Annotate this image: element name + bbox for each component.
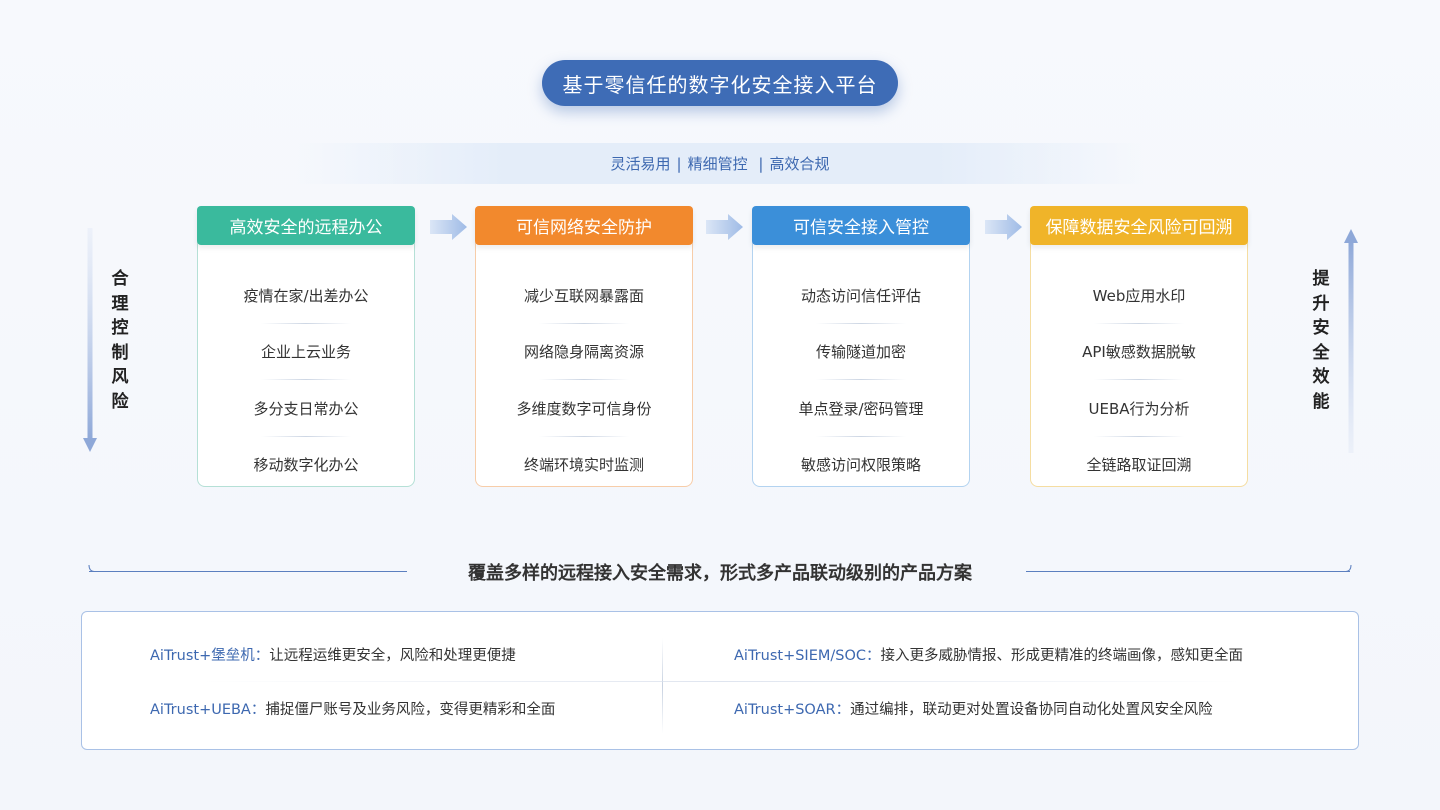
right-vertical-label: 提 升 安 全 效 能	[1310, 267, 1332, 414]
tagline-item: 灵活易用	[610, 155, 671, 173]
list-item: 企业上云业务	[198, 324, 414, 381]
solution-item: AiTrust+SIEM/SOC：接入更多威胁情报、形成更精准的终端画像，感知更…	[734, 644, 1243, 665]
list-item: 移动数字化办公	[253, 456, 359, 475]
column-card-remote-office: 疫情在家/出差办公 企业上云业务 多分支日常办公 移动数字化办公	[197, 236, 415, 487]
arrow-down-icon	[83, 228, 97, 452]
label-char: 升	[1312, 293, 1330, 314]
solution-item: AiTrust+堡垒机：让远程运维更安全，风险和处理更便捷	[150, 644, 516, 665]
column-header-remote-office: 高效安全的远程办公	[197, 206, 415, 245]
divider-right-end	[1346, 565, 1352, 572]
arrow-up-icon	[1344, 229, 1358, 453]
label-char: 制	[111, 342, 129, 363]
label-char: 理	[111, 293, 129, 314]
vertical-separator	[662, 638, 663, 734]
solution-item: AiTrust+UEBA：捕捉僵尸账号及业务风险，变得更精彩和全面	[150, 698, 555, 719]
label-char: 能	[1312, 391, 1330, 412]
list-item: 多维度数字可信身份	[476, 380, 692, 437]
page-title: 基于零信任的数字化安全接入平台	[542, 60, 898, 106]
solution-desc: 通过编排，联动更对处置设备协同自动化处置风安全风险	[850, 702, 1213, 718]
column-header-access-control: 可信安全接入管控	[752, 206, 970, 245]
solution-desc: 接入更多威胁情报、形成更精准的终端画像，感知更全面	[880, 648, 1244, 664]
section-heading: 覆盖多样的远程接入安全需求，形式多产品联动级别的产品方案	[468, 563, 972, 584]
chevron-right-icon	[430, 214, 467, 240]
label-char: 效	[1312, 367, 1330, 387]
solution-product: AiTrust+UEBA：	[150, 702, 266, 718]
column-card-access-control: 动态访问信任评估 传输隧道加密 单点登录/密码管理 敏感访问权限策略	[752, 236, 970, 487]
column-card-data-security: Web应用水印 API敏感数据脱敏 UEBA行为分析 全链路取证回溯	[1030, 236, 1248, 487]
chevron-right-icon	[706, 214, 743, 240]
list-item: 终端环境实时监测	[523, 456, 644, 475]
label-char: 风	[111, 367, 129, 387]
column-header-data-security: 保障数据安全风险可回溯	[1030, 206, 1248, 245]
list-item: 疫情在家/出差办公	[198, 267, 414, 324]
label-char: 险	[111, 391, 129, 412]
label-char: 全	[1312, 342, 1330, 363]
solution-product: AiTrust+堡垒机：	[150, 648, 270, 664]
list-item: 减少互联网暴露面	[476, 267, 692, 324]
list-item: UEBA行为分析	[1031, 380, 1247, 437]
solutions-panel: AiTrust+堡垒机：让远程运维更安全，风险和处理更便捷 AiTrust+SI…	[81, 611, 1359, 750]
tagline-separator: |	[676, 154, 682, 173]
left-vertical-label: 合 理 控 制 风 险	[109, 267, 131, 414]
list-item: 敏感访问权限策略	[800, 456, 921, 475]
column-header-network-protection: 可信网络安全防护	[475, 206, 693, 245]
solution-product: AiTrust+SIEM/SOC：	[734, 648, 881, 664]
list-item: 传输隧道加密	[753, 324, 969, 381]
solution-item: AiTrust+SOAR：通过编排，联动更对处置设备协同自动化处置风安全风险	[734, 698, 1213, 719]
label-char: 安	[1312, 318, 1330, 338]
solution-desc: 捕捉僵尸账号及业务风险，变得更精彩和全面	[265, 702, 556, 718]
label-char: 合	[111, 269, 129, 289]
column-card-network-protection: 减少互联网暴露面 网络隐身隔离资源 多维度数字可信身份 终端环境实时监测	[475, 236, 693, 487]
solution-desc: 让远程运维更安全，风险和处理更便捷	[269, 648, 516, 664]
list-item: 动态访问信任评估	[753, 267, 969, 324]
list-item: 多分支日常办公	[198, 380, 414, 437]
horizontal-separator	[202, 681, 1242, 682]
divider-left-end	[88, 565, 94, 572]
list-item: Web应用水印	[1031, 267, 1247, 324]
list-item: API敏感数据脱敏	[1031, 324, 1247, 381]
divider-left	[89, 571, 407, 572]
divider-right	[1026, 571, 1350, 572]
label-char: 控	[111, 318, 129, 338]
tagline-band: 灵活易用 | 精细管控 | 高效合规	[290, 143, 1150, 184]
tagline-separator: |	[753, 154, 764, 173]
list-item: 全链路取证回溯	[1086, 456, 1192, 475]
tagline-item: 高效合规	[769, 155, 830, 173]
chevron-right-icon	[985, 214, 1022, 240]
solution-product: AiTrust+SOAR：	[734, 702, 851, 718]
list-item: 网络隐身隔离资源	[476, 324, 692, 381]
tagline-item: 精细管控	[687, 155, 748, 173]
label-char: 提	[1312, 269, 1330, 289]
list-item: 单点登录/密码管理	[753, 380, 969, 437]
